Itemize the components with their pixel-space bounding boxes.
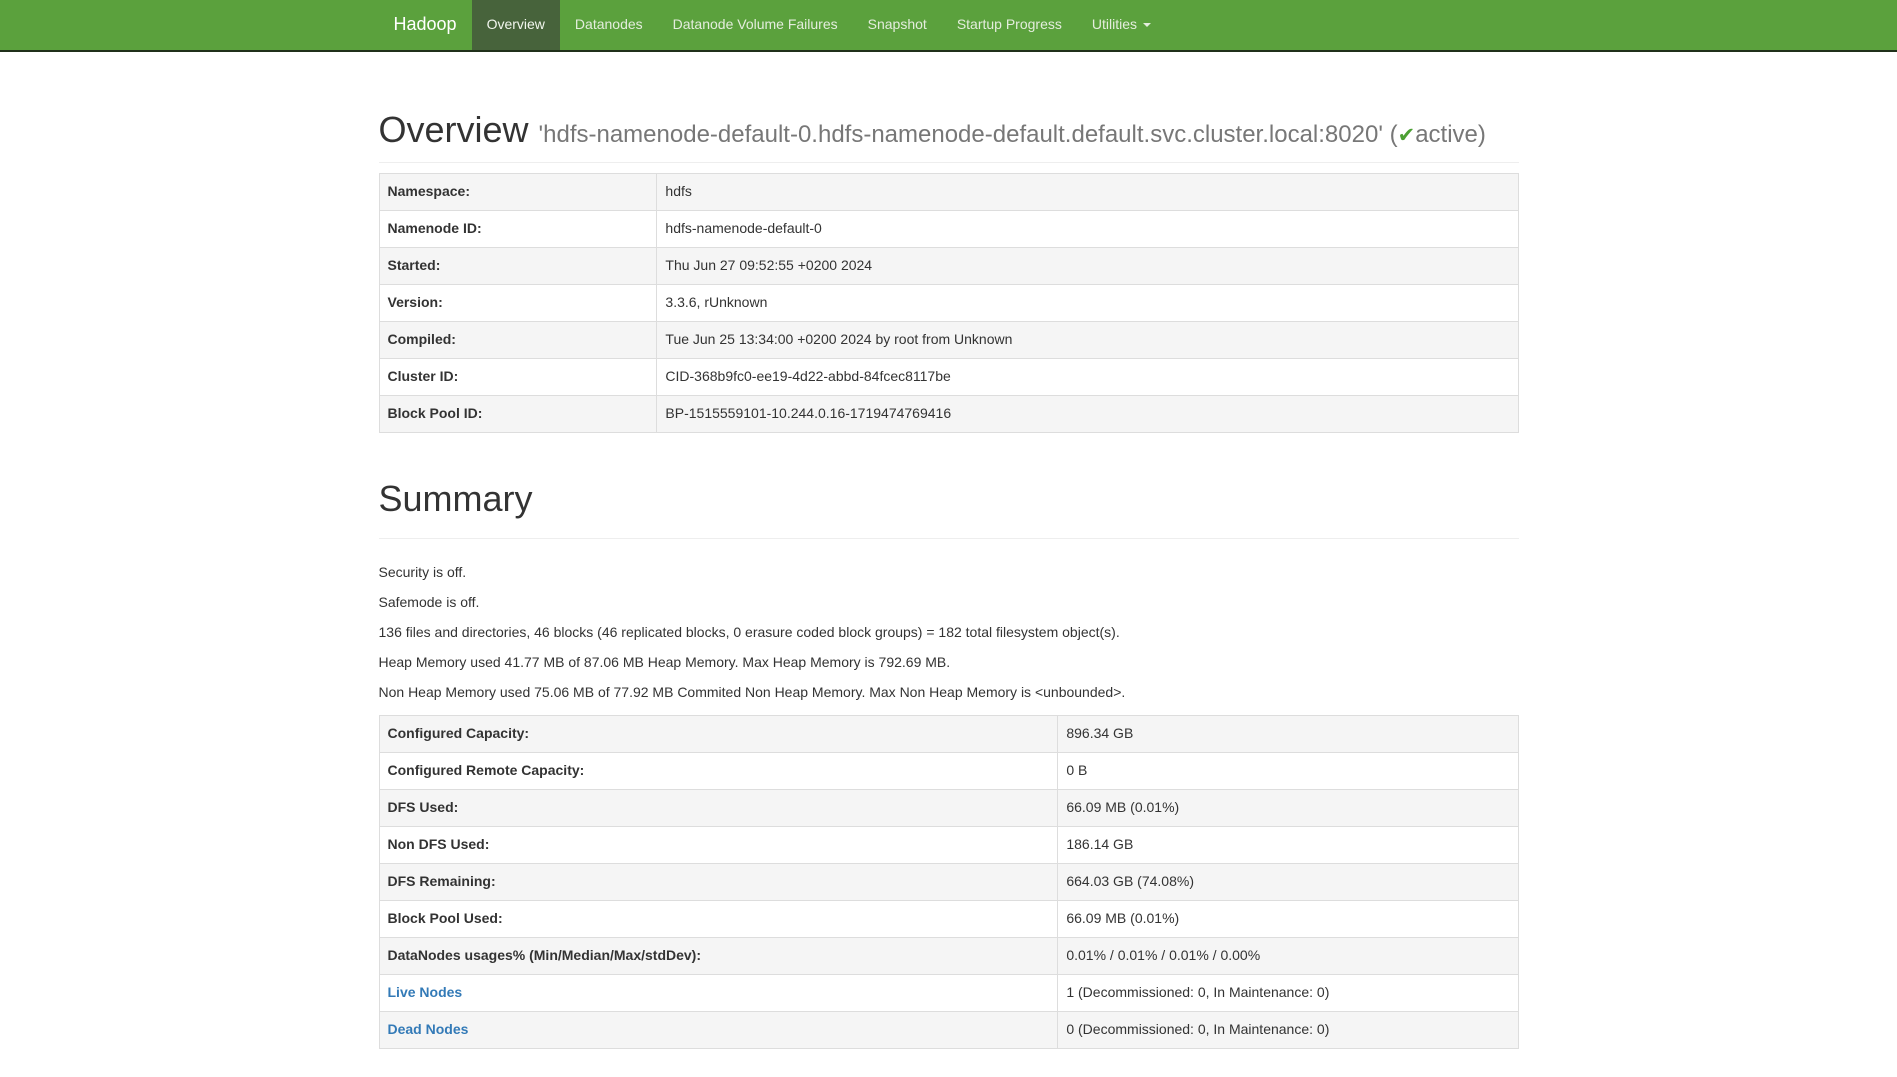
tab-startup-progress[interactable]: Startup Progress: [942, 0, 1077, 50]
namenode-host: 'hdfs-namenode-default-0.hdfs-namenode-d…: [539, 121, 1383, 148]
row-label: Cluster ID:: [379, 359, 657, 396]
row-label: Configured Remote Capacity:: [379, 753, 1058, 790]
table-row: Namenode ID: hdfs-namenode-default-0: [379, 211, 1518, 248]
row-value: hdfs-namenode-default-0: [657, 211, 1518, 248]
summary-table: Configured Capacity: 896.34 GB Configure…: [379, 715, 1519, 1049]
row-value: 3.3.6, rUnknown: [657, 285, 1518, 322]
menu-utilities-dropdown[interactable]: Utilities: [1077, 0, 1166, 50]
table-row: Dead Nodes 0 (Decommissioned: 0, In Main…: [379, 1012, 1518, 1049]
table-row: DataNodes usages% (Min/Median/Max/stdDev…: [379, 938, 1518, 975]
tab-snapshot-item: Snapshot: [853, 0, 942, 50]
row-value: 0 (Decommissioned: 0, In Maintenance: 0): [1058, 1012, 1518, 1049]
page-title: Overview 'hdfs-namenode-default-0.hdfs-n…: [379, 104, 1519, 156]
row-value: 186.14 GB: [1058, 827, 1518, 864]
tab-datanodes[interactable]: Datanodes: [560, 0, 658, 50]
row-value: 66.09 MB (0.01%): [1058, 901, 1518, 938]
main-content: Overview 'hdfs-namenode-default-0.hdfs-n…: [364, 104, 1534, 1049]
row-value: BP-1515559101-10.244.0.16-1719474769416: [657, 396, 1518, 433]
row-label: DataNodes usages% (Min/Median/Max/stdDev…: [379, 938, 1058, 975]
table-row: Block Pool ID: BP-1515559101-10.244.0.16…: [379, 396, 1518, 433]
tab-overview[interactable]: Overview: [472, 0, 560, 50]
row-value: Thu Jun 27 09:52:55 +0200 2024: [657, 248, 1518, 285]
row-value: 0.01% / 0.01% / 0.01% / 0.00%: [1058, 938, 1518, 975]
tab-snapshot[interactable]: Snapshot: [853, 0, 942, 50]
tab-datanode-volume-failures-item: Datanode Volume Failures: [658, 0, 853, 50]
row-label: Block Pool ID:: [379, 396, 657, 433]
menu-utilities-item: Utilities: [1077, 0, 1166, 50]
table-row: DFS Used: 66.09 MB (0.01%): [379, 790, 1518, 827]
summary-text: Security is off. Safemode is off. 136 fi…: [379, 563, 1519, 703]
row-label: Started:: [379, 248, 657, 285]
table-row: Cluster ID: CID-368b9fc0-ee19-4d22-abbd-…: [379, 359, 1518, 396]
summary-title: Summary: [379, 473, 1519, 525]
tab-datanode-volume-failures[interactable]: Datanode Volume Failures: [658, 0, 853, 50]
dead-nodes-link[interactable]: Dead Nodes: [388, 1021, 469, 1037]
namenode-state: (✔active): [1390, 121, 1486, 148]
table-row: Started: Thu Jun 27 09:52:55 +0200 2024: [379, 248, 1518, 285]
summary-line: Safemode is off.: [379, 593, 1519, 613]
table-row: Configured Capacity: 896.34 GB: [379, 716, 1518, 753]
summary-line: Heap Memory used 41.77 MB of 87.06 MB He…: [379, 653, 1519, 673]
row-value: hdfs: [657, 174, 1518, 211]
row-label: DFS Remaining:: [379, 864, 1058, 901]
row-value: 1 (Decommissioned: 0, In Maintenance: 0): [1058, 975, 1518, 1012]
namenode-info-table: Namespace: hdfs Namenode ID: hdfs-nameno…: [379, 173, 1519, 433]
row-value: 0 B: [1058, 753, 1518, 790]
row-label: Dead Nodes: [379, 1012, 1058, 1049]
live-nodes-link[interactable]: Live Nodes: [388, 984, 463, 1000]
summary-page-header: Summary: [379, 473, 1519, 539]
navbar: Hadoop Overview Datanodes Datanode Volum…: [0, 0, 1897, 52]
table-row: Version: 3.3.6, rUnknown: [379, 285, 1518, 322]
state-label: active: [1415, 121, 1478, 148]
table-row: Compiled: Tue Jun 25 13:34:00 +0200 2024…: [379, 322, 1518, 359]
row-label: Block Pool Used:: [379, 901, 1058, 938]
table-row: Non DFS Used: 186.14 GB: [379, 827, 1518, 864]
row-value: 664.03 GB (74.08%): [1058, 864, 1518, 901]
row-value: 896.34 GB: [1058, 716, 1518, 753]
row-label: Configured Capacity:: [379, 716, 1058, 753]
summary-line: Non Heap Memory used 75.06 MB of 77.92 M…: [379, 683, 1519, 703]
row-label: DFS Used:: [379, 790, 1058, 827]
state-open-paren: (: [1390, 121, 1398, 148]
check-icon: ✔: [1398, 124, 1416, 147]
row-label: Version:: [379, 285, 657, 322]
tab-overview-item: Overview: [472, 0, 560, 50]
brand-hadoop[interactable]: Hadoop: [379, 0, 472, 50]
row-label: Namespace:: [379, 174, 657, 211]
table-row: Namespace: hdfs: [379, 174, 1518, 211]
tab-startup-progress-item: Startup Progress: [942, 0, 1077, 50]
row-label: Non DFS Used:: [379, 827, 1058, 864]
overview-page-header: Overview 'hdfs-namenode-default-0.hdfs-n…: [379, 104, 1519, 163]
row-value: 66.09 MB (0.01%): [1058, 790, 1518, 827]
table-row: DFS Remaining: 664.03 GB (74.08%): [379, 864, 1518, 901]
page-title-text: Overview: [379, 109, 529, 150]
table-row: Live Nodes 1 (Decommissioned: 0, In Main…: [379, 975, 1518, 1012]
table-row: Configured Remote Capacity: 0 B: [379, 753, 1518, 790]
navbar-menu: Overview Datanodes Datanode Volume Failu…: [472, 0, 1166, 50]
row-value: CID-368b9fc0-ee19-4d22-abbd-84fcec8117be: [657, 359, 1518, 396]
table-row: Block Pool Used: 66.09 MB (0.01%): [379, 901, 1518, 938]
caret-down-icon: [1143, 23, 1151, 27]
row-value: Tue Jun 25 13:34:00 +0200 2024 by root f…: [657, 322, 1518, 359]
row-label: Live Nodes: [379, 975, 1058, 1012]
summary-line: 136 files and directories, 46 blocks (46…: [379, 623, 1519, 643]
tab-datanodes-item: Datanodes: [560, 0, 658, 50]
state-close-paren: ): [1478, 121, 1486, 148]
menu-utilities-label: Utilities: [1092, 15, 1137, 35]
row-label: Namenode ID:: [379, 211, 657, 248]
summary-line: Security is off.: [379, 563, 1519, 583]
row-label: Compiled:: [379, 322, 657, 359]
